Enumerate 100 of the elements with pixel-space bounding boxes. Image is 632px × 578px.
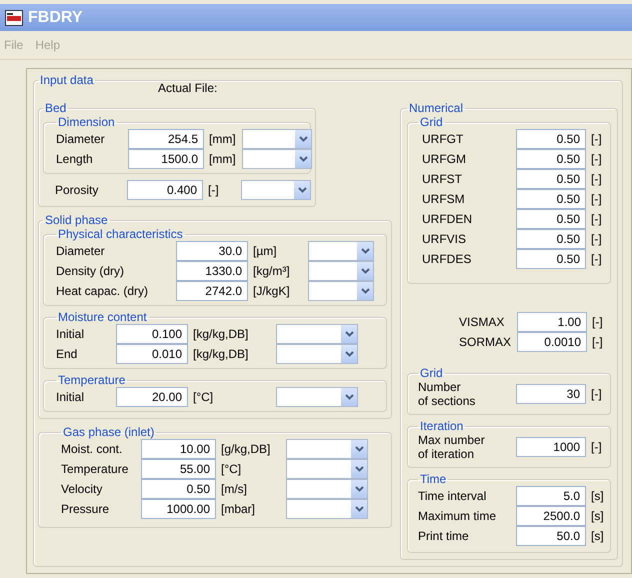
number-field[interactable]: 2500.0 bbox=[516, 506, 586, 526]
unit-label: [µm] bbox=[252, 244, 278, 258]
group-title: Grid bbox=[419, 366, 444, 380]
number-field[interactable]: 55.00 bbox=[141, 459, 216, 479]
chevron-down-icon[interactable] bbox=[341, 325, 357, 343]
number-field[interactable]: 0.50 bbox=[516, 249, 586, 269]
number-field[interactable]: 0.50 bbox=[141, 479, 216, 499]
field-label: URFSM bbox=[422, 192, 466, 206]
unit-label: [-] bbox=[591, 335, 604, 349]
unit-label: [J/kgK] bbox=[252, 284, 291, 298]
field-label: Pressure bbox=[61, 502, 110, 516]
chevron-down-icon[interactable] bbox=[351, 500, 367, 518]
number-field[interactable]: 0.50 bbox=[516, 149, 586, 169]
field-label: Temperature bbox=[61, 462, 130, 476]
chevron-down-icon[interactable] bbox=[351, 460, 367, 478]
group-title: Input data bbox=[39, 73, 94, 87]
number-field[interactable]: 0.50 bbox=[516, 189, 586, 209]
number-field[interactable]: 2742.0 bbox=[176, 281, 248, 301]
group-title: Physical characteristics bbox=[57, 227, 184, 241]
unit-label: [-] bbox=[590, 387, 603, 401]
group-title: Solid phase bbox=[44, 213, 109, 227]
number-field[interactable]: 30.0 bbox=[176, 241, 248, 261]
chevron-down-icon[interactable] bbox=[357, 282, 373, 300]
field-label: Maximum time bbox=[418, 509, 498, 523]
field-label: Initial bbox=[56, 390, 86, 404]
group-title: Iteration bbox=[419, 419, 464, 433]
group-title: Bed bbox=[44, 101, 68, 115]
chevron-down-icon[interactable] bbox=[351, 440, 367, 458]
field-label: URFST bbox=[422, 172, 463, 186]
number-field[interactable]: 5.0 bbox=[516, 486, 586, 506]
group-title: Time bbox=[419, 472, 448, 486]
unit-label: [-] bbox=[590, 440, 603, 454]
group-title: Temperature bbox=[57, 373, 126, 387]
field-label: URFDEN bbox=[422, 212, 473, 226]
number-field[interactable]: 1330.0 bbox=[176, 261, 248, 281]
unit-label: [°C] bbox=[220, 462, 242, 476]
unit-label: [s] bbox=[590, 509, 604, 523]
number-field[interactable]: 20.00 bbox=[116, 387, 188, 407]
field-label: Diameter bbox=[56, 244, 106, 258]
unit-label: [-] bbox=[590, 152, 603, 166]
chevron-down-icon[interactable] bbox=[295, 130, 311, 148]
number-field[interactable]: 0.010 bbox=[116, 344, 188, 364]
app-icon bbox=[5, 10, 23, 26]
unit-label: [-] bbox=[591, 315, 604, 329]
chevron-down-icon[interactable] bbox=[341, 388, 357, 406]
field-label: Porosity bbox=[55, 183, 100, 197]
chevron-down-icon[interactable] bbox=[341, 345, 357, 363]
unit-label: [g/kg,DB] bbox=[220, 442, 272, 456]
unit-label: [mm] bbox=[208, 132, 237, 146]
chevron-down-icon[interactable] bbox=[295, 150, 311, 168]
number-field[interactable]: 0.50 bbox=[516, 169, 586, 189]
number-field[interactable]: 0.0010 bbox=[517, 332, 587, 352]
number-field[interactable]: 1000 bbox=[516, 437, 586, 457]
field-label: URFVIS bbox=[422, 232, 468, 246]
unit-label: [kg/kg,DB] bbox=[192, 327, 250, 341]
unit-label: [s] bbox=[590, 489, 604, 503]
field-label: Length bbox=[56, 152, 94, 166]
unit-label: [-] bbox=[207, 183, 220, 197]
unit-label: [°C] bbox=[192, 390, 214, 404]
field-label: End bbox=[56, 347, 78, 361]
field-label: URFGT bbox=[422, 132, 464, 146]
unit-label: [kg/m³] bbox=[252, 264, 291, 278]
number-field[interactable]: 0.100 bbox=[116, 324, 188, 344]
field-label: URFDES bbox=[422, 252, 472, 266]
field-label: Max number of iteration bbox=[418, 433, 486, 461]
number-field[interactable]: 254.5 bbox=[128, 129, 204, 149]
field-label: VISMAX bbox=[459, 315, 506, 329]
chevron-down-icon[interactable] bbox=[294, 181, 310, 199]
group-title: Moisture content bbox=[57, 310, 148, 324]
group-title: Dimension bbox=[57, 115, 116, 129]
number-field[interactable]: 30 bbox=[516, 384, 586, 404]
unit-label: [mm] bbox=[208, 152, 237, 166]
number-field[interactable]: 0.50 bbox=[516, 229, 586, 249]
group-title: Grid bbox=[419, 115, 444, 129]
unit-label: [-] bbox=[590, 172, 603, 186]
number-field[interactable]: 1500.0 bbox=[128, 149, 204, 169]
unit-label: [m/s] bbox=[220, 482, 248, 496]
field-label: Diameter bbox=[56, 132, 106, 146]
chevron-down-icon[interactable] bbox=[351, 480, 367, 498]
chevron-down-icon[interactable] bbox=[357, 242, 373, 260]
number-field[interactable]: 1.00 bbox=[517, 312, 587, 332]
unit-label: [-] bbox=[590, 232, 603, 246]
unit-label: [-] bbox=[590, 192, 603, 206]
field-label: SORMAX bbox=[459, 335, 512, 349]
unit-label: [-] bbox=[590, 132, 603, 146]
number-field[interactable]: 0.50 bbox=[516, 209, 586, 229]
field-label: Velocity bbox=[61, 482, 104, 496]
number-field[interactable]: 0.400 bbox=[127, 180, 203, 200]
number-field[interactable]: 1000.00 bbox=[141, 499, 216, 519]
field-label: Print time bbox=[418, 529, 470, 543]
field-label: Time interval bbox=[418, 489, 488, 503]
number-field[interactable]: 0.50 bbox=[516, 129, 586, 149]
chevron-down-icon[interactable] bbox=[357, 262, 373, 280]
number-field[interactable]: 50.0 bbox=[516, 526, 586, 546]
number-field[interactable]: 10.00 bbox=[141, 439, 216, 459]
field-label: Initial bbox=[56, 327, 86, 341]
group-title: Numerical bbox=[408, 101, 464, 115]
unit-label: [mbar] bbox=[220, 502, 256, 516]
window-title: FBDRY bbox=[28, 8, 83, 26]
group-title: Gas phase (inlet) bbox=[62, 425, 156, 439]
